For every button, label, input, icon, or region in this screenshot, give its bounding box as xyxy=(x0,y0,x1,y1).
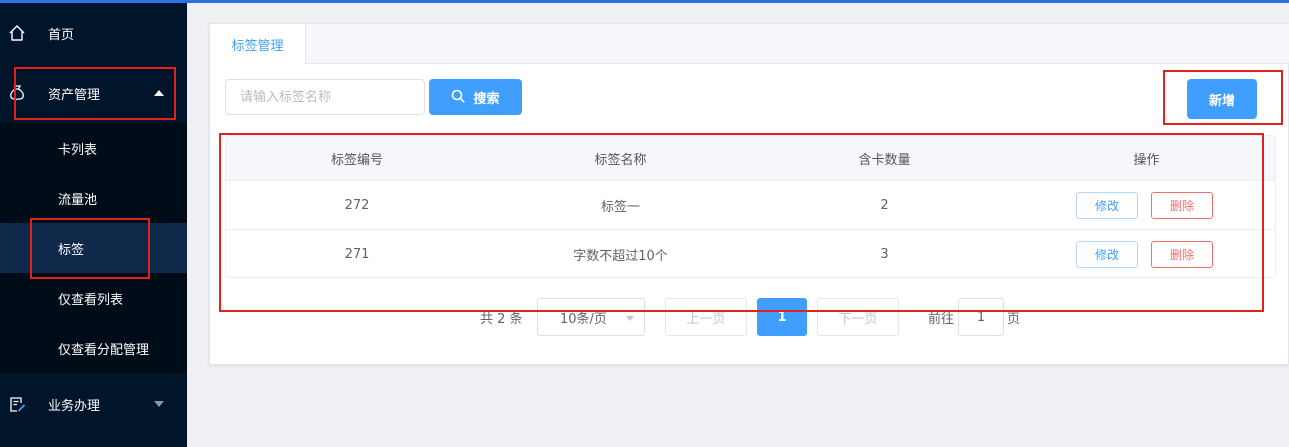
search-icon xyxy=(451,89,466,106)
delete-button[interactable]: 删除 xyxy=(1151,192,1213,219)
sidebar-item-card-list[interactable]: 卡列表 xyxy=(0,123,187,173)
delete-button[interactable]: 删除 xyxy=(1151,241,1213,268)
sidebar-item-label: 仅查看列表 xyxy=(58,292,124,308)
column-header: 标签名称 xyxy=(594,152,647,168)
tag-id-cell: 271 xyxy=(344,246,370,262)
column-header: 含卡数量 xyxy=(858,152,911,168)
page-size-select[interactable]: 10条/页 xyxy=(537,298,645,336)
card-count-cell: 3 xyxy=(880,246,889,262)
sidebar-item-home[interactable]: 首页 xyxy=(0,8,187,58)
goto-page-input[interactable] xyxy=(958,298,1004,336)
page-suffix-label: 页 xyxy=(1007,312,1021,327)
main-panel: 标签管理 搜索 新增 标签编号 标签名称 含卡数量 操作 272 标签一 2 修… xyxy=(209,23,1289,365)
money-bag-icon xyxy=(8,84,26,102)
edit-button[interactable]: 修改 xyxy=(1076,241,1138,268)
sidebar-item-label: 业务办理 xyxy=(48,398,101,414)
page-size-value: 10条/页 xyxy=(560,311,607,327)
sidebar-item-tags[interactable]: 标签 xyxy=(0,223,187,273)
sidebar: 首页 资产管理 卡列表 流量池 标签 仅查看列表 仅查看分配管理 业务办理 xyxy=(0,0,187,447)
chevron-down-icon xyxy=(626,316,634,321)
chevron-up-icon xyxy=(154,90,164,96)
card-count-cell: 2 xyxy=(880,197,889,213)
page-number-current[interactable]: 1 xyxy=(757,298,807,336)
sidebar-item-label: 资产管理 xyxy=(48,87,101,103)
search-input[interactable] xyxy=(225,79,425,115)
sidebar-item-label: 标签 xyxy=(58,242,85,258)
sidebar-item-label: 流量池 xyxy=(58,192,98,208)
chevron-down-icon xyxy=(154,401,164,407)
home-icon xyxy=(8,24,26,42)
search-button-label: 搜索 xyxy=(473,90,500,106)
goto-label: 前往 xyxy=(928,312,955,327)
sidebar-item-assets[interactable]: 资产管理 xyxy=(0,68,187,118)
prev-page-button[interactable]: 上一页 xyxy=(665,298,747,336)
column-header: 操作 xyxy=(1133,152,1160,168)
sidebar-item-label: 卡列表 xyxy=(58,142,98,158)
tag-table: 标签编号 标签名称 含卡数量 操作 272 标签一 2 修改 删除 271 字数… xyxy=(225,135,1276,278)
table-row: 272 标签一 2 修改 删除 xyxy=(226,181,1275,230)
tag-id-cell: 272 xyxy=(344,197,370,213)
sidebar-item-view-only-allocation[interactable]: 仅查看分配管理 xyxy=(0,323,187,373)
next-page-button[interactable]: 下一页 xyxy=(817,298,899,336)
tab-tag-management[interactable]: 标签管理 xyxy=(210,24,306,64)
pagination: 共 2 条 10条/页 上一页 1 下一页 前往 页 xyxy=(210,298,1289,336)
column-header: 标签编号 xyxy=(330,152,383,168)
search-button[interactable]: 搜索 xyxy=(429,79,522,115)
sidebar-item-traffic-pool[interactable]: 流量池 xyxy=(0,173,187,223)
tag-name-cell: 字数不超过10个 xyxy=(573,248,668,264)
edit-document-icon xyxy=(8,395,26,413)
sidebar-item-business[interactable]: 业务办理 xyxy=(0,379,187,429)
add-button[interactable]: 新增 xyxy=(1187,79,1257,119)
tab-bar: 标签管理 xyxy=(210,24,1289,64)
table-header: 标签编号 标签名称 含卡数量 操作 xyxy=(226,136,1275,181)
total-count: 共 2 条 xyxy=(480,312,523,327)
edit-button[interactable]: 修改 xyxy=(1076,192,1138,219)
sidebar-item-view-only-list[interactable]: 仅查看列表 xyxy=(0,273,187,323)
sidebar-item-label: 仅查看分配管理 xyxy=(58,342,150,358)
table-row: 271 字数不超过10个 3 修改 删除 xyxy=(226,230,1275,277)
tag-name-cell: 标签一 xyxy=(600,199,640,215)
top-accent-bar xyxy=(0,0,1289,3)
sidebar-item-label: 首页 xyxy=(48,27,75,43)
